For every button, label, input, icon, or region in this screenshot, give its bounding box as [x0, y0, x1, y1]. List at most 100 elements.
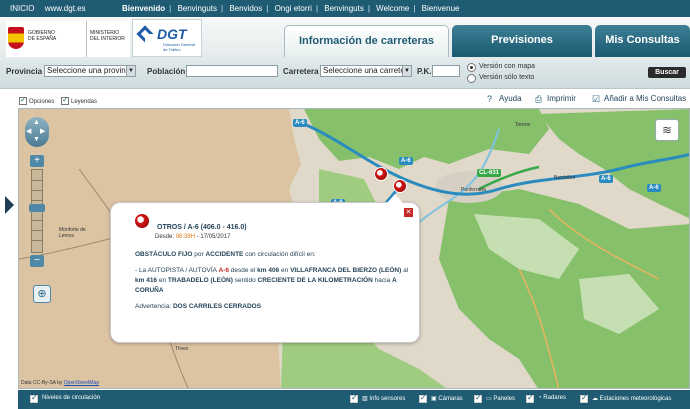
zoom-slider-thumb[interactable]: [29, 204, 45, 212]
openstreetmap-link[interactable]: OpenStreetMap: [64, 380, 99, 386]
lang-eu[interactable]: Ongi etorri: [275, 4, 312, 13]
ministry-line2: DEL INTERIOR: [90, 36, 125, 42]
search-bar: Provincia Seleccione una provincia ▼ Pob…: [0, 61, 690, 89]
heading-rest: con circulación difícil en:: [245, 251, 316, 258]
incident-pin-icon: [135, 214, 149, 228]
desc-road: A-6: [218, 267, 229, 274]
lang-gl[interactable]: Benvidos: [229, 4, 262, 13]
warning-text: DOS CARRILES CERRADOS: [172, 303, 262, 310]
desc-direction: CRECIENTE DE LA KILOMETRACIÓN: [257, 277, 373, 284]
version-mapa-label: Versión con mapa: [479, 63, 536, 70]
panel-toggle-arrow-icon[interactable]: [5, 196, 14, 214]
camaras-text: Cámaras: [438, 396, 463, 402]
incident-heading: OBSTÁCULO FIJO por ACCIDENTE con circula…: [135, 250, 415, 260]
zoom-slider[interactable]: [29, 169, 45, 253]
pan-left-icon[interactable]: ◀: [26, 127, 31, 135]
layers-icon[interactable]: ≋: [655, 119, 679, 141]
top-bar-left: INICIO www.dgt.es: [10, 4, 94, 13]
town-label: Toreno: [515, 122, 531, 128]
paneles-text: Paneles: [493, 396, 516, 402]
tab-mis-consultas[interactable]: Mis Consultas: [595, 25, 690, 57]
zoom-box-magnifier-icon[interactable]: ⊕: [33, 285, 51, 303]
imprimir-link[interactable]: ⎙ Imprimir: [535, 94, 576, 104]
inicio-link[interactable]: INICIO: [10, 4, 34, 13]
sensores-checkbox[interactable]: [350, 393, 358, 403]
desc-c: en: [281, 267, 289, 274]
chevron-down-icon: ▼: [126, 66, 135, 76]
printer-icon: ⎙: [535, 94, 543, 104]
incident-popup: ✕ OTROS / A-6 (406.0 - 416.0) Desde: 06:…: [110, 194, 420, 343]
carretera-select[interactable]: Seleccione una carretera ▼: [320, 65, 412, 77]
opciones-label: Opciones: [29, 99, 55, 105]
version-mapa-radio[interactable]: [467, 63, 476, 72]
radares-label: ◔ Radares: [538, 395, 566, 401]
incident-date: Desde: 06:38H - 17/05/2017: [155, 234, 230, 240]
version-texto-radio[interactable]: [467, 74, 476, 83]
lang-va[interactable]: Benvinguts: [324, 4, 364, 13]
provincia-value: Seleccione una provincia: [47, 66, 136, 75]
town-label: Ponferrada: [461, 187, 486, 193]
tools-row: Opciones Leyendas ? Ayuda ⎙ Imprimir ☑Añad…: [0, 90, 690, 108]
leyendas-checkbox[interactable]: [61, 95, 69, 105]
town-label: Monforte de Lemos: [59, 227, 86, 239]
provincia-select[interactable]: Seleccione una provincia ▼: [44, 65, 136, 77]
buscar-button[interactable]: Buscar: [648, 67, 686, 78]
lang-fr[interactable]: Bienvenue: [422, 4, 460, 13]
radares-checkbox[interactable]: [526, 393, 534, 403]
heading-cause: ACCIDENTE: [205, 251, 244, 258]
site-link[interactable]: www.dgt.es: [45, 4, 86, 13]
lang-ca[interactable]: Benvinguts: [177, 4, 217, 13]
heading-obstacle: OBSTÁCULO FIJO: [135, 251, 193, 258]
sensores-label: ▥ Info sensores: [362, 396, 406, 402]
dgt-subtitle: Dirección General de Tráfico: [163, 42, 195, 52]
date-prefix: Desde:: [155, 234, 175, 240]
dgt-title: DGT: [157, 26, 187, 42]
pan-control[interactable]: ▲ ▼ ◀ ▶: [25, 117, 49, 147]
poblacion-input[interactable]: [186, 65, 278, 77]
desc-f: sentido: [234, 277, 256, 284]
ayuda-link[interactable]: ? Ayuda: [487, 94, 522, 104]
close-icon[interactable]: ✕: [404, 208, 413, 217]
desc-a: - La AUTOPISTA / AUTOVÍA: [135, 267, 217, 274]
ministerio-logo[interactable]: MINISTERIO DEL INTERIOR: [86, 21, 130, 57]
pan-right-icon[interactable]: ▶: [40, 127, 45, 135]
help-icon: ?: [487, 94, 493, 104]
meteo-checkbox[interactable]: [580, 393, 588, 403]
lang-es[interactable]: Bienvenido: [122, 4, 165, 13]
warning-label: Advertencia:: [135, 303, 172, 310]
incident-marker[interactable]: [374, 167, 388, 181]
meteo-label: ☁ Estaciones meteorológicas: [592, 396, 672, 402]
incident-time: 06:38H: [175, 234, 196, 240]
top-bar: INICIO www.dgt.es Bienvenido | Benvinguts…: [0, 0, 690, 17]
bottom-layer-bar: Niveles de circulación ▥ Info sensores ▣…: [18, 390, 690, 409]
zoom-out-button[interactable]: −: [30, 255, 44, 267]
add-consultas-label: Añadir a Mis Consultas: [604, 94, 687, 103]
pk-input[interactable]: [432, 65, 460, 77]
paneles-checkbox[interactable]: [474, 393, 482, 403]
gobierno-text: GOBIERNO DE ESPAÑA: [28, 30, 56, 42]
niveles-checkbox[interactable]: [30, 393, 38, 403]
tab-previsiones[interactable]: Previsiones: [452, 25, 592, 57]
incident-marker[interactable]: [393, 179, 407, 193]
poblacion-label: Población: [147, 67, 186, 76]
dgt-sub2: de Tráfico: [163, 47, 181, 52]
tab-informacion-carreteras[interactable]: Información de carreteras: [284, 25, 449, 57]
chevron-down-icon: ▼: [402, 66, 411, 76]
paneles-label: ▭ Paneles: [486, 396, 516, 402]
add-consultas-link[interactable]: ☑ Añadir a Mis Consultas: [592, 94, 686, 104]
lang-en[interactable]: Welcome: [376, 4, 409, 13]
opciones-checkbox[interactable]: [19, 95, 27, 105]
imprimir-label: Imprimir: [547, 94, 576, 103]
town-label: Trives: [175, 346, 189, 352]
ayuda-label: Ayuda: [499, 94, 522, 103]
gobierno-logo[interactable]: GOBIERNO DE ESPAÑA: [6, 21, 88, 57]
pan-down-icon[interactable]: ▼: [33, 136, 40, 143]
zoom-in-button[interactable]: +: [30, 155, 44, 167]
pan-up-icon[interactable]: ▲: [33, 119, 40, 126]
desc-g: hacia: [374, 277, 391, 284]
road-label: CL-631: [477, 169, 502, 177]
camaras-checkbox[interactable]: [419, 393, 427, 403]
dgt-logo[interactable]: DGT Dirección General de Tráfico: [132, 19, 202, 57]
desc-b: desde el: [230, 267, 256, 274]
desc-d: al: [403, 267, 409, 274]
